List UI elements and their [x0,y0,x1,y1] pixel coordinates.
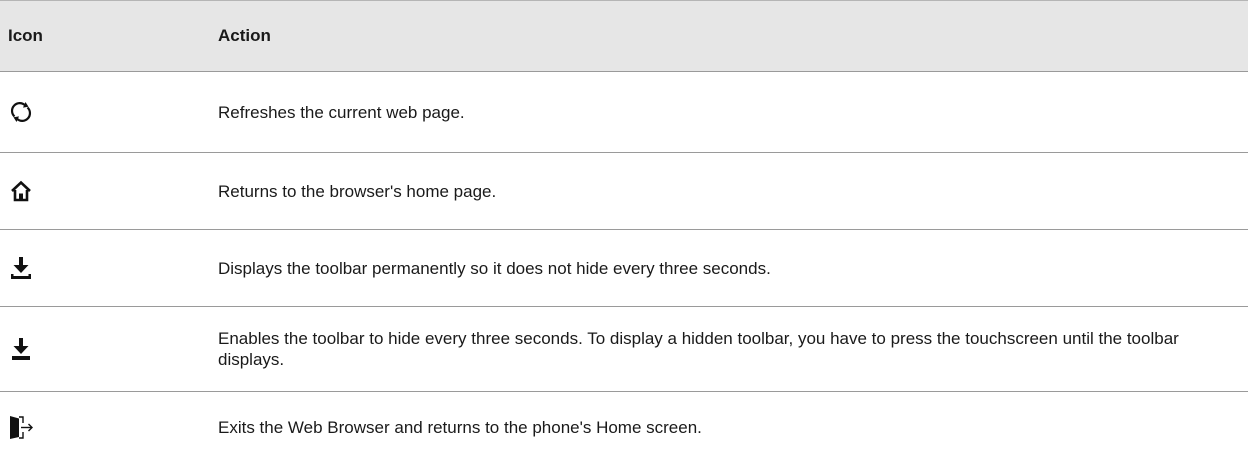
exit-icon [8,414,34,440]
action-description: Exits the Web Browser and returns to the… [218,392,1248,462]
home-icon [8,178,34,204]
table-row: Displays the toolbar permanently so it d… [0,230,1248,307]
auto-hide-toolbar-icon [8,336,34,362]
action-description: Enables the toolbar to hide every three … [218,307,1248,392]
table-row: Exits the Web Browser and returns to the… [0,392,1248,462]
icon-column-header: Icon [0,1,218,72]
action-description: Displays the toolbar permanently so it d… [218,230,1248,307]
icon-cell [0,392,218,462]
action-description: Returns to the browser's home page. [218,153,1248,230]
table-row: Refreshes the current web page. [0,72,1248,153]
pin-toolbar-icon [8,255,34,281]
icon-cell [0,307,218,392]
refresh-icon [8,99,34,125]
icon-action-table: Icon Action Refreshes the current web pa… [0,0,1248,462]
action-column-header: Action [218,1,1248,72]
icon-cell [0,230,218,307]
table-row: Returns to the browser's home page. [0,153,1248,230]
table-header-row: Icon Action [0,1,1248,72]
icon-cell [0,72,218,153]
table-row: Enables the toolbar to hide every three … [0,307,1248,392]
icon-cell [0,153,218,230]
action-description: Refreshes the current web page. [218,72,1248,153]
